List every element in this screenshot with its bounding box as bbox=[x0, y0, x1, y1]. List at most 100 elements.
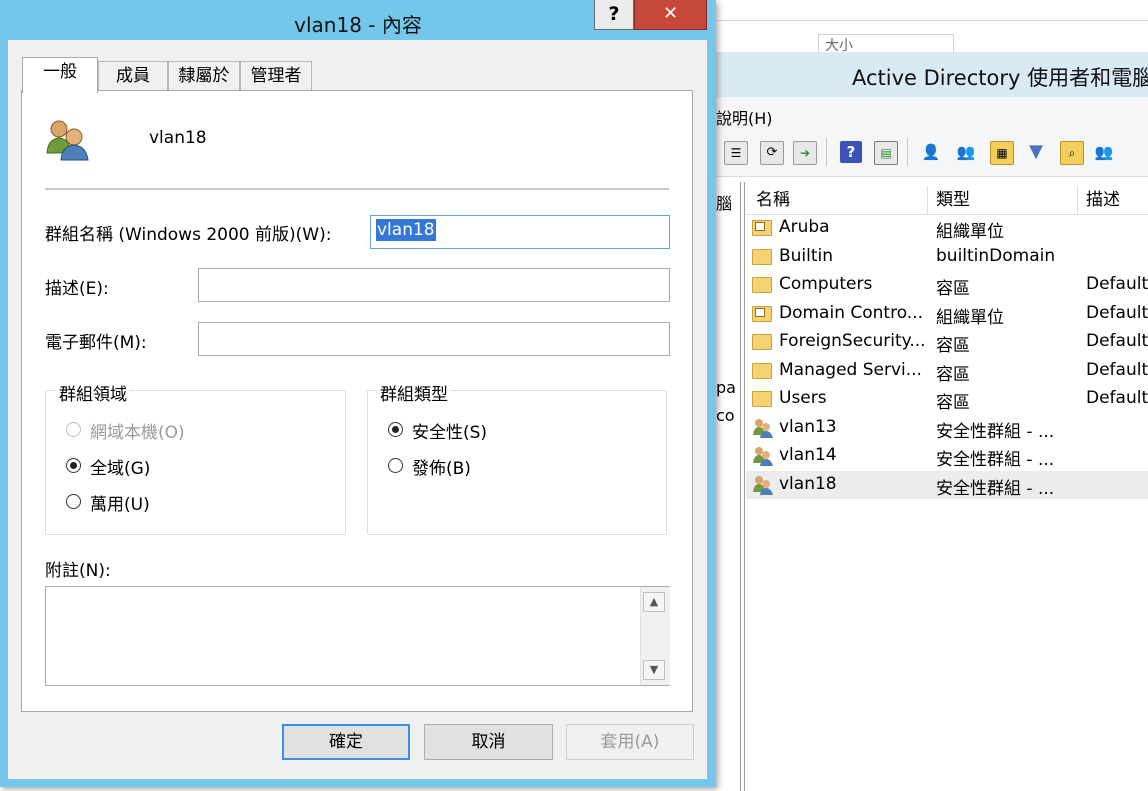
list-item-name: vlan18 bbox=[779, 473, 837, 494]
scope-global-label[interactable]: 全域(G) bbox=[90, 454, 150, 479]
tab-member-of[interactable]: 隸屬於 bbox=[168, 61, 240, 91]
list-item-name: Builtin bbox=[779, 245, 834, 266]
properties-dialog: vlan18 - 內容 ? ✕ 一般 成員 隸屬於 管理者 vlan18 群組名… bbox=[0, 0, 716, 787]
find-icon[interactable]: ⌕ bbox=[1060, 141, 1084, 165]
column-header-description[interactable]: 描述 bbox=[1078, 186, 1148, 214]
list-item-type: 容區 bbox=[936, 336, 970, 356]
list-item-name: Aruba bbox=[779, 217, 830, 237]
toolbar-separator bbox=[907, 138, 908, 166]
filter-icon[interactable]: ▼ bbox=[1025, 141, 1047, 163]
list-item-desc: Default bbox=[1086, 302, 1148, 323]
column-header-type[interactable]: 類型 bbox=[928, 186, 1078, 214]
new-user-icon[interactable]: 👤 bbox=[920, 141, 942, 163]
notes-textarea[interactable] bbox=[45, 586, 670, 686]
list-item[interactable]: Computers 容區 Default bbox=[746, 271, 1148, 299]
top-strip bbox=[716, 0, 1148, 21]
list-item-name: Domain Contro... bbox=[779, 302, 924, 323]
list-item[interactable]: Builtin builtinDomain bbox=[746, 243, 1148, 271]
group-type-title: 群組類型 bbox=[377, 380, 451, 405]
new-ou-icon[interactable]: ▦ bbox=[990, 141, 1014, 165]
list-item-name: ForeignSecurity... bbox=[779, 331, 926, 351]
tab-general[interactable]: 一般 bbox=[22, 57, 98, 93]
new-group-icon[interactable]: 👥 bbox=[955, 141, 977, 163]
list-item[interactable]: vlan18 安全性群組 - ... bbox=[746, 470, 1148, 499]
list-item[interactable]: Users 容區 Default bbox=[746, 385, 1148, 413]
prewin-name-label: 群組名稱 (Windows 2000 前版)(W): bbox=[45, 225, 332, 245]
list-item-name: vlan14 bbox=[779, 445, 837, 465]
tab-members[interactable]: 成員 bbox=[98, 61, 168, 91]
list-item-type: 組織單位 bbox=[936, 307, 1004, 328]
ad-menu-bar bbox=[716, 97, 1148, 132]
list-item-desc: Default bbox=[1086, 359, 1148, 380]
scope-universal-label[interactable]: 萬用(U) bbox=[90, 490, 150, 515]
cancel-button[interactable]: 取消 bbox=[424, 724, 553, 760]
list-item-type: 容區 bbox=[936, 364, 970, 385]
type-security-label[interactable]: 安全性(S) bbox=[412, 418, 487, 443]
scope-global-radio[interactable] bbox=[66, 458, 81, 473]
list-item-type: 安全性群組 - ... bbox=[936, 450, 1055, 470]
list-item-type: builtinDomain bbox=[936, 245, 1056, 266]
close-button[interactable]: ✕ bbox=[634, 0, 707, 30]
list-item[interactable]: ForeignSecurity... 容區 Default bbox=[746, 328, 1148, 356]
add-to-group-icon[interactable]: 👥 bbox=[1093, 141, 1115, 163]
tree-fragment: 腦 bbox=[716, 194, 733, 213]
scope-domain-local-radio bbox=[66, 422, 81, 437]
list-item-name: Computers bbox=[779, 274, 873, 294]
tree-fragment: pa bbox=[716, 378, 736, 397]
list-item-name: vlan13 bbox=[779, 416, 837, 437]
group-icon bbox=[46, 120, 89, 161]
container-folder-icon bbox=[752, 332, 774, 352]
behind-window-tab-fragment: 大小 bbox=[818, 34, 954, 53]
type-distribution-radio[interactable] bbox=[388, 458, 403, 473]
scope-domain-local-label: 網域本機(O) bbox=[90, 423, 185, 443]
group-name-heading: vlan18 bbox=[149, 128, 207, 148]
email-input[interactable] bbox=[198, 322, 670, 356]
list-item-desc: Default bbox=[1086, 331, 1148, 351]
column-header-name[interactable]: 名稱 bbox=[748, 186, 928, 214]
help-icon[interactable]: ? bbox=[840, 141, 862, 163]
export-list-icon[interactable]: ➔ bbox=[793, 141, 817, 165]
header-divider bbox=[45, 188, 669, 190]
list-item-desc: Default bbox=[1086, 274, 1148, 294]
tree-pane[interactable] bbox=[716, 182, 741, 791]
description-label: 描述(E): bbox=[45, 279, 109, 299]
list-item[interactable]: vlan14 安全性群組 - ... bbox=[746, 442, 1148, 470]
ou-folder-icon bbox=[752, 218, 774, 238]
type-security-radio[interactable] bbox=[388, 422, 403, 437]
list-item-name: Managed Servi... bbox=[779, 359, 922, 380]
list-item-name: Users bbox=[779, 388, 827, 408]
list-item[interactable]: Aruba 組織單位 bbox=[746, 214, 1148, 242]
list-item[interactable]: Domain Contro... 組織單位 Default bbox=[746, 300, 1148, 328]
group-scope-title: 群組領域 bbox=[56, 380, 130, 405]
ou-folder-icon bbox=[752, 304, 774, 324]
group-icon bbox=[752, 418, 774, 438]
list-item-desc: Default bbox=[1086, 388, 1148, 408]
menu-help[interactable]: 說明(H) bbox=[716, 105, 773, 129]
scope-universal-radio[interactable] bbox=[66, 494, 81, 509]
list-item-type: 組織單位 bbox=[936, 222, 1004, 242]
help-button[interactable]: ? bbox=[594, 0, 634, 30]
toolbar-separator bbox=[826, 138, 827, 166]
scroll-up-icon[interactable]: ▲ bbox=[643, 592, 665, 612]
email-label: 電子郵件(M): bbox=[45, 333, 147, 353]
notes-label: 附註(N): bbox=[45, 561, 111, 581]
list-item[interactable]: Managed Servi... 容區 Default bbox=[746, 357, 1148, 385]
description-input[interactable] bbox=[198, 268, 670, 302]
group-icon bbox=[752, 475, 774, 495]
scroll-down-icon[interactable]: ▼ bbox=[643, 660, 665, 680]
tree-fragment: co bbox=[716, 406, 735, 425]
list-item-type: 容區 bbox=[936, 393, 970, 413]
ad-window-title: Active Directory 使用者和電腦 bbox=[852, 66, 1148, 90]
refresh-icon[interactable]: ⟳ bbox=[760, 141, 784, 165]
list-item-type: 安全性群組 - ... bbox=[936, 421, 1055, 442]
group-icon bbox=[752, 446, 774, 466]
apply-button[interactable]: 套用(A) bbox=[566, 724, 694, 760]
ok-button[interactable]: 確定 bbox=[282, 724, 410, 760]
type-distribution-label[interactable]: 發佈(B) bbox=[412, 454, 471, 479]
list-item[interactable]: vlan13 安全性群組 - ... bbox=[746, 414, 1148, 442]
tab-managed-by[interactable]: 管理者 bbox=[240, 61, 312, 91]
container-folder-icon bbox=[752, 389, 774, 409]
list-item-type: 安全性群組 - ... bbox=[936, 478, 1055, 499]
properties-icon[interactable]: ☰ bbox=[724, 141, 748, 165]
action-pane-icon[interactable]: ▤ bbox=[874, 141, 898, 165]
